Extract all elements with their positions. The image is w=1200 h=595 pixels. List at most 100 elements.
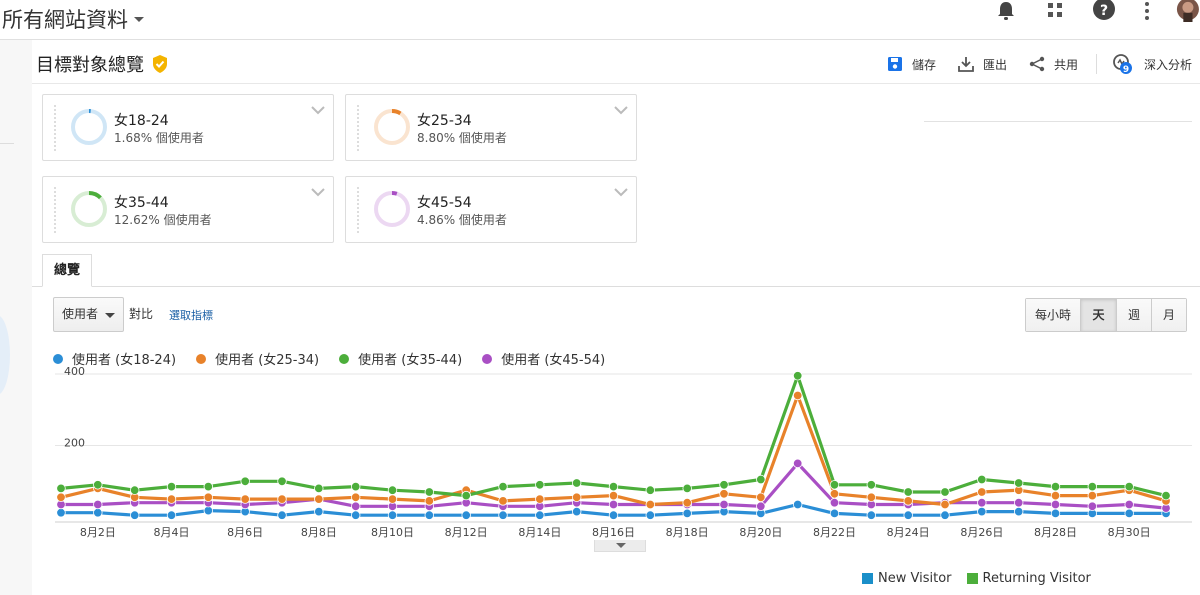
data-point[interactable] bbox=[903, 496, 913, 506]
expand-chart-button[interactable] bbox=[594, 540, 646, 552]
data-point[interactable] bbox=[1087, 490, 1098, 501]
data-point[interactable] bbox=[314, 506, 324, 517]
segment-card[interactable]: 女25-34 8.80% 個使用者 bbox=[345, 94, 637, 161]
save-button[interactable]: 儲存 bbox=[887, 56, 936, 73]
data-point[interactable] bbox=[93, 507, 103, 518]
data-point[interactable] bbox=[903, 510, 913, 520]
data-point[interactable] bbox=[719, 499, 729, 510]
data-point[interactable] bbox=[1087, 501, 1098, 512]
period-week-button[interactable]: 週 bbox=[1116, 299, 1151, 331]
drag-handle[interactable] bbox=[54, 105, 56, 151]
data-point[interactable] bbox=[682, 508, 692, 519]
data-point[interactable] bbox=[977, 506, 987, 517]
data-point[interactable] bbox=[56, 492, 66, 503]
data-point[interactable] bbox=[572, 506, 582, 517]
data-point[interactable] bbox=[93, 499, 103, 510]
data-point[interactable] bbox=[277, 476, 287, 487]
select-metric-link[interactable]: 選取指標 bbox=[169, 307, 213, 323]
data-point[interactable] bbox=[461, 490, 471, 501]
data-point[interactable] bbox=[793, 458, 803, 469]
metric-dropdown[interactable]: 使用者 bbox=[53, 297, 124, 332]
data-point[interactable] bbox=[1124, 499, 1134, 510]
data-point[interactable] bbox=[498, 496, 508, 506]
data-point[interactable] bbox=[793, 390, 803, 401]
data-point[interactable] bbox=[240, 476, 250, 487]
tab-overview[interactable]: 總覽 bbox=[42, 254, 92, 287]
data-point[interactable] bbox=[645, 499, 656, 510]
data-point[interactable] bbox=[829, 489, 840, 499]
data-point[interactable] bbox=[682, 483, 692, 494]
period-month-button[interactable]: 月 bbox=[1151, 299, 1186, 331]
data-point[interactable] bbox=[940, 510, 950, 520]
data-point[interactable] bbox=[1161, 490, 1171, 501]
data-point[interactable] bbox=[166, 481, 177, 492]
data-point[interactable] bbox=[424, 510, 435, 520]
apps-grid-icon[interactable] bbox=[1047, 0, 1067, 22]
data-point[interactable] bbox=[756, 492, 766, 503]
data-point[interactable] bbox=[1014, 478, 1024, 488]
data-point[interactable] bbox=[424, 496, 435, 506]
data-point[interactable] bbox=[793, 371, 803, 381]
data-point[interactable] bbox=[498, 510, 508, 520]
chevron-down-icon[interactable] bbox=[614, 188, 628, 197]
data-point[interactable] bbox=[829, 508, 840, 519]
data-point[interactable] bbox=[940, 487, 950, 497]
segment-card[interactable]: 女18-24 1.68% 個使用者 bbox=[42, 94, 334, 161]
data-point[interactable] bbox=[203, 505, 214, 516]
data-point[interactable] bbox=[277, 510, 287, 520]
more-vert-icon[interactable] bbox=[1143, 0, 1151, 22]
data-point[interactable] bbox=[719, 480, 729, 490]
data-point[interactable] bbox=[535, 510, 545, 520]
export-button[interactable]: 匯出 bbox=[958, 56, 1007, 73]
data-point[interactable] bbox=[1050, 490, 1061, 501]
data-point[interactable] bbox=[756, 474, 766, 485]
data-point[interactable] bbox=[608, 490, 619, 501]
insights-button[interactable]: 9 深入分析 bbox=[1111, 53, 1192, 75]
data-point[interactable] bbox=[203, 492, 214, 503]
help-icon[interactable]: ? bbox=[1092, 0, 1116, 22]
data-point[interactable] bbox=[866, 510, 877, 520]
data-point[interactable] bbox=[977, 474, 987, 485]
data-point[interactable] bbox=[1014, 506, 1024, 517]
data-point[interactable] bbox=[1124, 481, 1134, 492]
data-point[interactable] bbox=[572, 492, 582, 503]
segment-card[interactable]: 女45-54 4.86% 個使用者 bbox=[345, 176, 637, 243]
drag-handle[interactable] bbox=[357, 187, 359, 233]
data-point[interactable] bbox=[129, 510, 140, 520]
period-hour-button[interactable]: 每小時 bbox=[1026, 299, 1080, 331]
data-point[interactable] bbox=[351, 510, 361, 520]
data-point[interactable] bbox=[498, 481, 508, 492]
data-point[interactable] bbox=[461, 510, 471, 520]
data-point[interactable] bbox=[351, 501, 361, 512]
drag-handle[interactable] bbox=[357, 105, 359, 151]
chevron-down-icon[interactable] bbox=[311, 188, 325, 197]
data-point[interactable] bbox=[93, 480, 103, 490]
data-point[interactable] bbox=[203, 481, 214, 492]
data-point[interactable] bbox=[608, 510, 619, 520]
data-point[interactable] bbox=[866, 492, 877, 503]
chevron-down-icon[interactable] bbox=[614, 106, 628, 115]
data-point[interactable] bbox=[56, 483, 66, 494]
data-point[interactable] bbox=[608, 499, 619, 510]
data-point[interactable] bbox=[1124, 508, 1134, 519]
data-point[interactable] bbox=[866, 480, 877, 490]
data-point[interactable] bbox=[387, 510, 398, 520]
data-point[interactable] bbox=[351, 481, 361, 492]
data-point[interactable] bbox=[829, 497, 840, 508]
data-point[interactable] bbox=[314, 494, 324, 504]
bell-icon[interactable] bbox=[996, 0, 1016, 22]
data-point[interactable] bbox=[314, 483, 324, 494]
data-point[interactable] bbox=[572, 478, 582, 488]
data-point[interactable] bbox=[645, 485, 656, 495]
data-point[interactable] bbox=[940, 499, 950, 510]
data-point[interactable] bbox=[387, 485, 398, 495]
data-point[interactable] bbox=[166, 494, 177, 504]
data-point[interactable] bbox=[1050, 499, 1061, 510]
data-point[interactable] bbox=[166, 510, 177, 520]
drag-handle[interactable] bbox=[54, 187, 56, 233]
data-point[interactable] bbox=[351, 492, 361, 503]
data-point[interactable] bbox=[608, 481, 619, 492]
data-point[interactable] bbox=[682, 497, 692, 508]
share-button[interactable]: 共用 bbox=[1029, 56, 1078, 73]
property-selector[interactable]: 所有網站資料 bbox=[2, 4, 144, 34]
